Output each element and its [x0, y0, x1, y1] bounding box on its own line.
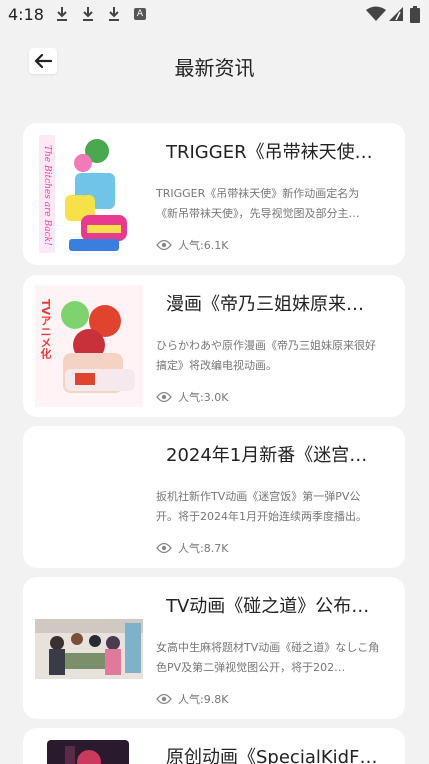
page-title: 最新资讯	[174, 56, 255, 80]
news-card[interactable]: The Bitches are Back!! TRIGGER《吊带袜天使… TR…	[23, 123, 405, 265]
download-icon	[57, 7, 67, 21]
news-thumbnail: The Bitches are Back!!	[35, 133, 143, 255]
news-summary: TRIGGER《吊带袜天使》新作动画定名为《新吊带袜天使》，先导视觉图及部分主…	[156, 187, 360, 220]
news-title: TV动画《碰之道》公布…	[166, 596, 370, 617]
views-count: 人气:6.1K	[156, 237, 228, 253]
views-count: 人气:8.7K	[156, 540, 228, 556]
views-label: 人气:8.7K	[178, 542, 229, 555]
eye-icon	[156, 239, 172, 251]
news-card[interactable]: 2024年1月新番《迷宫… 扳机社新作TV动画《迷宫饭》第一弹PV公开。将于20…	[23, 426, 405, 568]
status-bar: 4:18 A	[0, 0, 429, 30]
news-card[interactable]: TVアニメ化 漫画《帝乃三姐妹原来… ひらかわあや原作漫画《帝乃三姐妹原来很好搞…	[23, 275, 405, 417]
views-label: 人气:6.1K	[178, 239, 229, 252]
views-count: 人气:9.8K	[156, 691, 228, 707]
eye-icon	[156, 391, 172, 403]
wifi-icon	[366, 6, 386, 21]
news-thumbnail: TVアニメ化	[35, 285, 143, 407]
views-label: 人气:3.0K	[178, 391, 229, 404]
news-title: TRIGGER《吊带袜天使…	[166, 142, 373, 163]
news-thumbnail	[35, 740, 143, 764]
eye-icon	[156, 693, 172, 705]
download-icon	[109, 7, 119, 21]
news-card[interactable]: 原创动画《SpecialKidF…	[23, 728, 405, 764]
signal-icon	[389, 7, 403, 21]
thumbnail-caption: TVアニメ化	[39, 299, 52, 360]
news-summary: 女高中生麻将题材TV动画《碰之道》なしこ角色PV及第二弹视觉图公开，将于202…	[156, 641, 380, 674]
views-label: 人气:9.8K	[178, 693, 229, 706]
news-summary: ひらかわあや原作漫画《帝乃三姐妹原来很好搞定》将改编电视动画。	[156, 339, 376, 372]
battery-icon	[410, 6, 420, 23]
news-title: 2024年1月新番《迷宫…	[166, 445, 368, 466]
news-thumbnail	[35, 619, 143, 679]
eye-icon	[156, 542, 172, 554]
thumbnail-caption: The Bitches are Back!!	[42, 145, 52, 245]
image-notification-icon: A	[134, 8, 146, 20]
news-title: 漫画《帝乃三姐妹原来…	[166, 294, 364, 315]
status-time: 4:18	[8, 5, 44, 24]
news-card[interactable]: TV动画《碰之道》公布… 女高中生麻将题材TV动画《碰之道》なしこ角色PV及第二…	[23, 577, 405, 719]
news-summary: 扳机社新作TV动画《迷宫饭》第一弹PV公开。将于2024年1月开始连续两季度播出…	[156, 490, 367, 523]
views-count: 人气:3.0K	[156, 389, 228, 405]
download-icon	[83, 7, 93, 21]
news-title: 原创动画《SpecialKidF…	[166, 747, 378, 764]
